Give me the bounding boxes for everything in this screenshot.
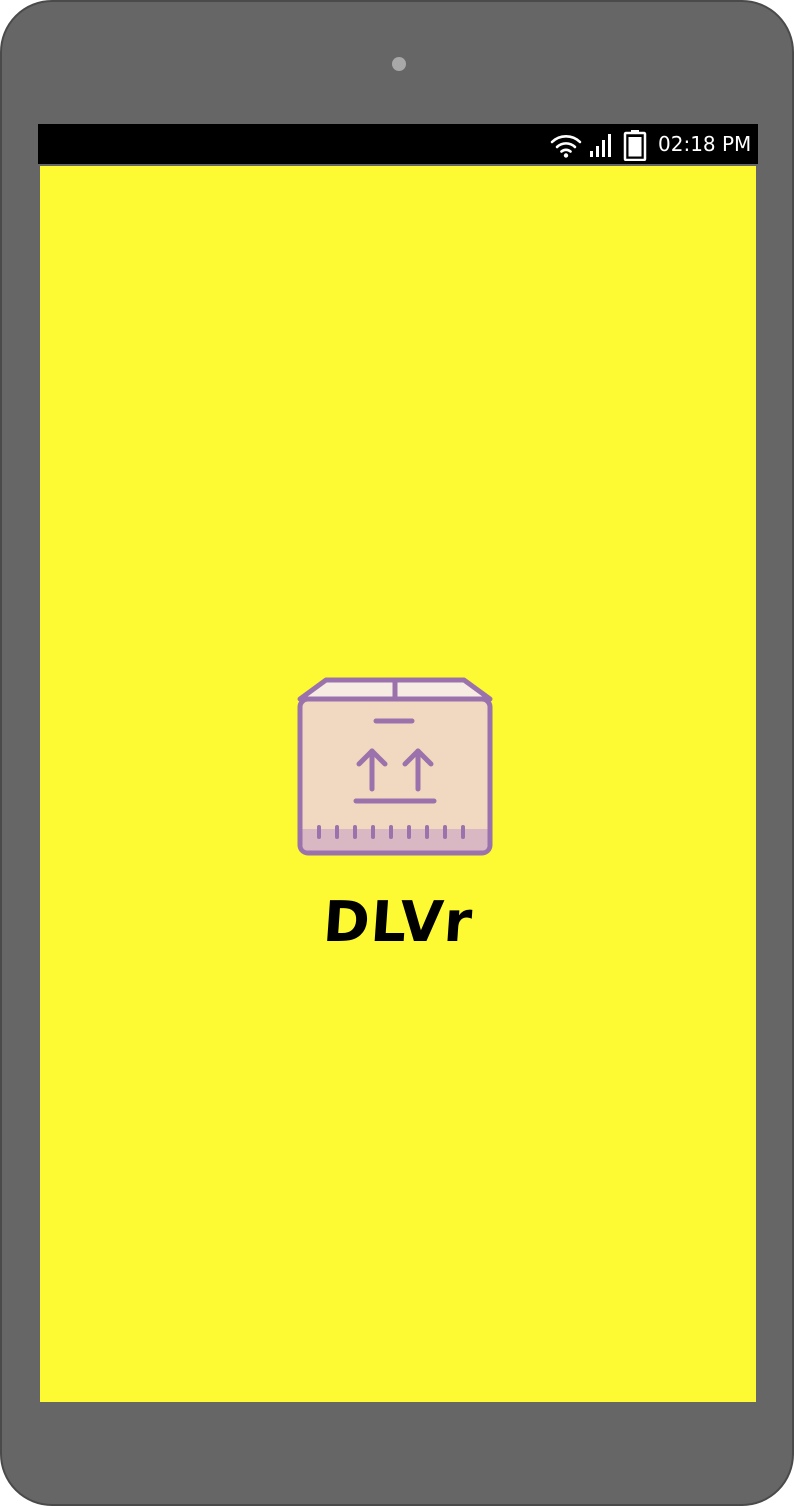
battery-icon [623, 130, 647, 161]
wifi-icon [550, 135, 582, 158]
app-title: DLVr [321, 890, 475, 955]
splash-screen: DLVr [40, 166, 756, 1402]
device-frame: 02:18 PM DLVr [0, 0, 794, 1506]
status-bar: 02:18 PM [38, 124, 758, 164]
package-box-icon [297, 677, 493, 856]
signal-icon [590, 134, 611, 157]
status-time: 02:18 PM [658, 132, 752, 156]
front-camera [392, 57, 406, 71]
